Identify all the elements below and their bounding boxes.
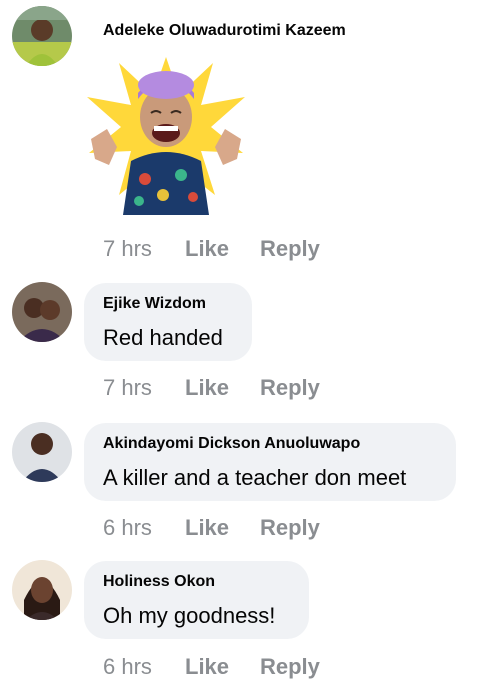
like-button[interactable]: Like bbox=[185, 236, 260, 262]
avatar[interactable] bbox=[12, 560, 72, 620]
comment-text: A killer and a teacher don meet bbox=[103, 465, 407, 490]
reply-button[interactable]: Reply bbox=[260, 515, 320, 541]
comment-author[interactable]: Akindayomi Dickson Anuoluwapo bbox=[103, 435, 360, 453]
comment-author[interactable]: Ejike Wizdom bbox=[103, 295, 206, 313]
like-button[interactable]: Like bbox=[185, 375, 260, 401]
comment-item: Akindayomi Dickson Anuoluwapo A killer a… bbox=[0, 420, 480, 560]
comment-bubble: Holiness Okon Oh my goodness! bbox=[84, 561, 309, 639]
comment-item: Holiness Okon Oh my goodness! 6 hrs Like R… bbox=[0, 560, 480, 687]
like-button[interactable]: Like bbox=[185, 515, 260, 541]
comment-actions: 6 hrs Like Reply bbox=[103, 654, 320, 680]
avatar-photo bbox=[12, 560, 72, 620]
avatar[interactable] bbox=[12, 6, 72, 66]
comment-item: Ejike Wizdom Red handed 7 hrs Like Reply bbox=[0, 280, 480, 420]
like-button[interactable]: Like bbox=[185, 654, 260, 680]
reply-button[interactable]: Reply bbox=[260, 236, 320, 262]
avatar-photo bbox=[12, 282, 72, 342]
comment-text: Red handed bbox=[103, 325, 223, 350]
reply-button[interactable]: Reply bbox=[260, 654, 320, 680]
comment-actions: 7 hrs Like Reply bbox=[103, 236, 320, 262]
avatar[interactable] bbox=[12, 422, 72, 482]
comment-item: Adeleke Oluwadurotimi Kazeem 7 hrs Like … bbox=[0, 0, 480, 280]
comment-author[interactable]: Holiness Okon bbox=[103, 573, 215, 591]
comment-timestamp: 7 hrs bbox=[103, 375, 152, 400]
comment-actions: 6 hrs Like Reply bbox=[103, 515, 320, 541]
comment-text: Oh my goodness! bbox=[103, 603, 276, 628]
laughing-man-sticker bbox=[83, 55, 249, 215]
avatar-photo bbox=[12, 6, 72, 66]
comment-timestamp: 6 hrs bbox=[103, 515, 152, 540]
comment-timestamp: 6 hrs bbox=[103, 654, 152, 679]
avatar-photo bbox=[12, 422, 72, 482]
comment-actions: 7 hrs Like Reply bbox=[103, 375, 320, 401]
comment-bubble: Ejike Wizdom Red handed bbox=[84, 283, 252, 361]
comment-author[interactable]: Adeleke Oluwadurotimi Kazeem bbox=[103, 22, 346, 40]
reply-button[interactable]: Reply bbox=[260, 375, 320, 401]
comment-bubble: Akindayomi Dickson Anuoluwapo A killer a… bbox=[84, 423, 456, 501]
avatar[interactable] bbox=[12, 282, 72, 342]
comment-timestamp: 7 hrs bbox=[103, 236, 152, 261]
